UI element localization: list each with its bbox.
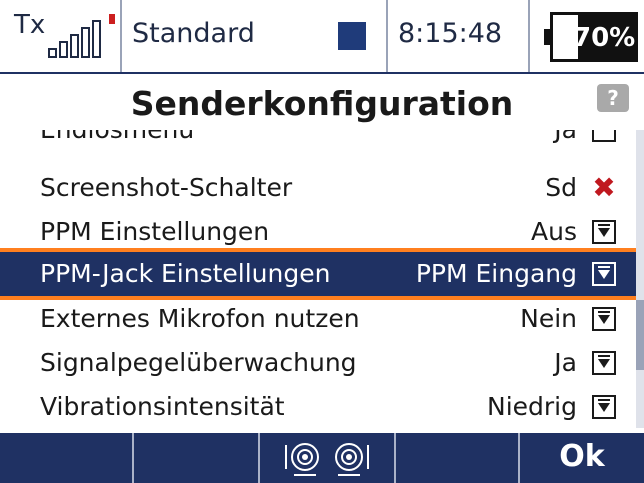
dropdown-arrow-icon[interactable]: [592, 395, 616, 419]
dropdown-arrow-icon[interactable]: [592, 220, 616, 244]
time-section: 8:15:48: [388, 0, 528, 72]
clock-time: 8:15:48: [398, 18, 503, 49]
footer-button-1[interactable]: [0, 433, 134, 483]
setting-label: Screenshot-Schalter: [40, 173, 293, 202]
trim-icon: [285, 443, 369, 476]
settings-row[interactable]: Vibrationsintensität Niedrig: [0, 385, 636, 428]
tx-label: Tx: [14, 10, 46, 40]
setting-label: PPM-Jack Einstellungen: [40, 259, 331, 288]
settings-row[interactable]: Signalpegelüberwachung Ja: [0, 341, 636, 385]
dropdown-arrow-icon[interactable]: [592, 351, 616, 375]
scrollbar-thumb[interactable]: [636, 300, 644, 370]
ok-label: Ok: [559, 439, 605, 474]
battery-percent: 70%: [573, 23, 636, 53]
settings-row[interactable]: PPM-Jack Einstellungen PPM Eingang: [0, 248, 636, 300]
model-name: Standard: [132, 18, 255, 49]
setting-label: PPM Einstellungen: [40, 217, 270, 246]
model-color-icon: [338, 22, 366, 50]
setting-value: Sd: [545, 173, 577, 202]
settings-row[interactable]: Endlosmenü Ja: [0, 130, 636, 152]
dropdown-arrow-icon[interactable]: [592, 307, 616, 331]
close-x-icon[interactable]: ✖: [592, 174, 616, 202]
setting-value: PPM Eingang: [415, 259, 577, 288]
page-title: Senderkonfiguration: [130, 84, 514, 123]
settings-row[interactable]: PPM Einstellungen Aus: [0, 210, 636, 254]
footer-button-trim[interactable]: [260, 433, 396, 483]
help-button[interactable]: ?: [597, 84, 629, 112]
setting-value: Ja: [554, 348, 577, 377]
scrollbar[interactable]: [636, 130, 644, 428]
bottom-toolbar: Ok: [0, 433, 644, 483]
setting-label: Externes Mikrofon nutzen: [40, 304, 360, 333]
signal-indicator-icon: [109, 14, 115, 24]
settings-row[interactable]: Screenshot-Schalter Sd ✖: [0, 166, 636, 210]
footer-button-2[interactable]: [134, 433, 260, 483]
setting-value: Aus: [531, 217, 577, 246]
setting-label: Endlosmenü: [40, 130, 194, 144]
setting-label: Vibrationsintensität: [40, 392, 285, 421]
battery-icon: 70%: [544, 12, 640, 62]
signal-section: Tx: [0, 0, 120, 72]
setting-value: Ja: [554, 130, 577, 144]
signal-strength-icon: [48, 18, 116, 58]
status-bar: Tx Standard 8:15:48 70%: [0, 0, 644, 74]
setting-value: Nein: [520, 304, 577, 333]
settings-list: Endlosmenü Ja Screenshot-Schalter Sd ✖ PPM Ei…: [0, 130, 636, 428]
setting-value: Niedrig: [487, 392, 577, 421]
setting-label: Signalpegelüberwachung: [40, 348, 357, 377]
settings-row[interactable]: Externes Mikrofon nutzen Nein: [0, 297, 636, 341]
footer-button-4[interactable]: [396, 433, 520, 483]
ok-button[interactable]: Ok: [520, 433, 644, 483]
checkbox[interactable]: [592, 130, 616, 142]
dropdown-arrow-icon[interactable]: [592, 262, 616, 286]
model-section[interactable]: Standard: [122, 0, 386, 72]
